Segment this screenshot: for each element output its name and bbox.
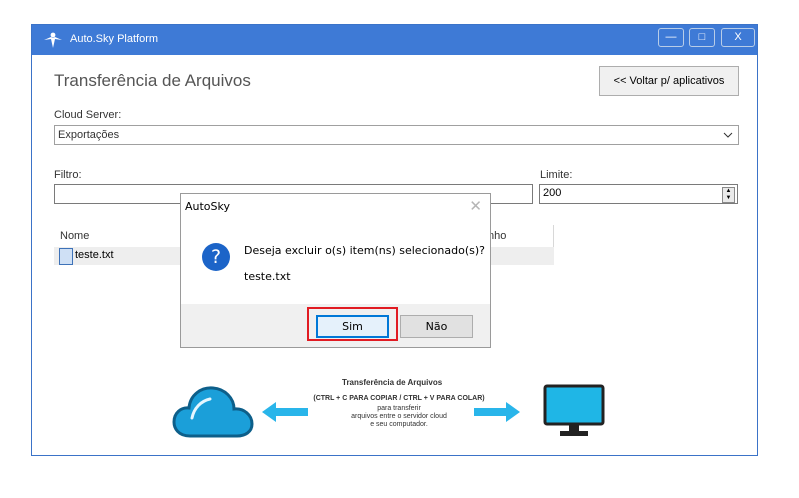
banner-line-1: (CTRL + C PARA COPIAR / CTRL + V PARA CO… bbox=[313, 395, 485, 402]
cloud-server-value: Exportações bbox=[58, 129, 120, 141]
page-title: Transferência de Arquivos bbox=[54, 71, 251, 90]
window-title: Auto.Sky Platform bbox=[70, 33, 159, 45]
minimize-button[interactable]: — bbox=[658, 28, 684, 47]
limit-label: Limite: bbox=[540, 169, 573, 181]
no-button[interactable]: Não bbox=[400, 315, 473, 338]
filter-label: Filtro: bbox=[54, 169, 82, 181]
cloud-server-select[interactable]: Exportações bbox=[54, 125, 739, 145]
close-button[interactable]: X bbox=[721, 28, 755, 47]
highlight-box bbox=[307, 307, 398, 341]
title-bar[interactable]: Auto.Sky Platform — □ X bbox=[32, 25, 757, 55]
autosky-logo-icon bbox=[44, 32, 62, 48]
maximize-button[interactable]: □ bbox=[689, 28, 715, 47]
back-to-apps-button[interactable]: << Voltar p/ aplicativos bbox=[599, 66, 739, 96]
banner-title: Transferência de Arquivos bbox=[342, 378, 443, 387]
banner-line-4: e seu computador. bbox=[370, 421, 428, 428]
limit-stepper[interactable]: 200 ▲ ▼ bbox=[539, 184, 738, 204]
chevron-down-icon bbox=[723, 132, 733, 138]
spin-updown-icon[interactable]: ▲ ▼ bbox=[722, 187, 735, 203]
banner-line-3: arquivos entre o servidor cloud bbox=[351, 413, 447, 420]
cloud-server-label: Cloud Server: bbox=[54, 109, 122, 121]
text-file-icon bbox=[59, 248, 73, 265]
dialog-file-name: teste.txt bbox=[244, 270, 291, 283]
dialog-title: AutoSky bbox=[185, 200, 231, 213]
column-header-name[interactable]: Nome bbox=[60, 230, 89, 242]
dialog-close-icon[interactable]: ✕ bbox=[469, 197, 482, 215]
limit-value: 200 bbox=[543, 187, 562, 199]
arrow-right-icon bbox=[474, 402, 520, 422]
monitor-icon bbox=[543, 384, 605, 436]
file-name: teste.txt bbox=[75, 249, 114, 261]
cloud-icon bbox=[172, 386, 254, 438]
banner-line-2: para transferir bbox=[377, 405, 421, 412]
dialog-message: Deseja excluir o(s) item(ns) selecionado… bbox=[244, 244, 485, 257]
question-icon: ? bbox=[202, 243, 230, 271]
